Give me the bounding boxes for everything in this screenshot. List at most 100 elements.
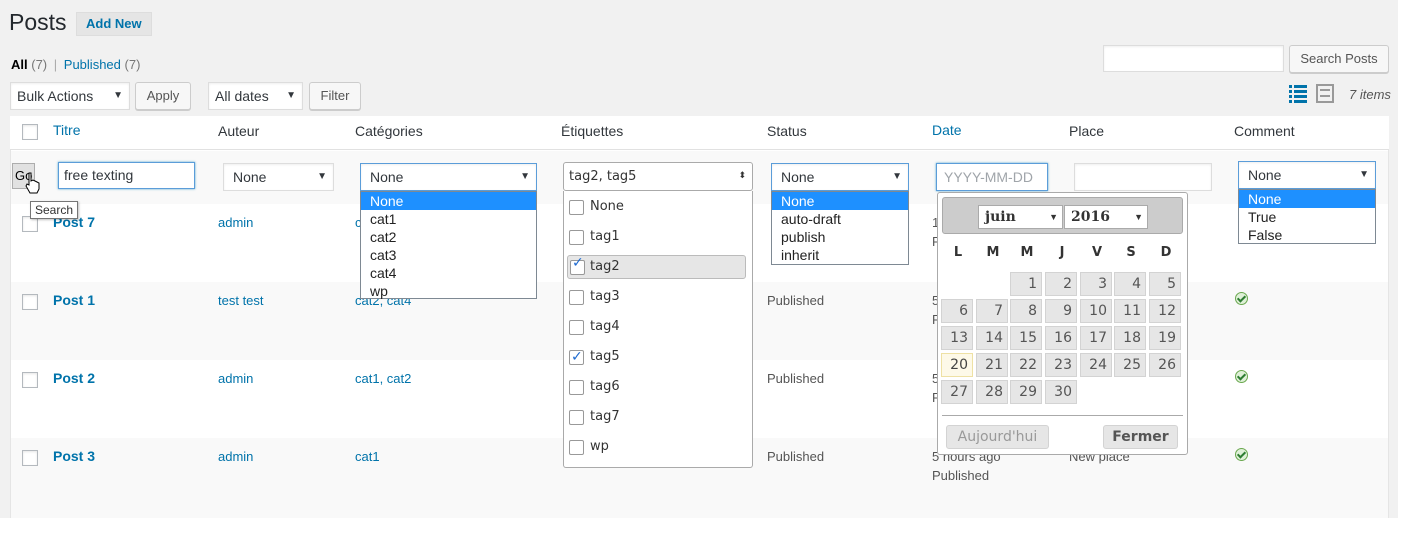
comment-filter-select[interactable]: None ▼ [1238, 161, 1376, 189]
category-option[interactable]: wp [361, 282, 536, 300]
close-button[interactable]: Fermer [1103, 425, 1178, 449]
tag-option[interactable]: wp [564, 432, 752, 462]
post-title-link[interactable]: Post 1 [53, 292, 95, 308]
row-checkbox[interactable] [22, 372, 38, 388]
calendar-day[interactable]: 3 [1080, 272, 1112, 296]
title-filter-input[interactable]: free texting [58, 162, 195, 189]
calendar-day[interactable]: 17 [1080, 326, 1112, 350]
date-filter-input[interactable]: YYYY-MM-DD [936, 163, 1048, 191]
calendar-day[interactable]: 9 [1045, 299, 1077, 323]
tag-option[interactable]: tag1 [564, 222, 752, 252]
calendar-day[interactable]: 22 [1010, 353, 1042, 377]
page-title: Posts [9, 9, 67, 35]
calendar-day[interactable]: 15 [1010, 326, 1042, 350]
calendar-day[interactable]: 21 [976, 353, 1008, 377]
row-checkbox[interactable] [22, 450, 38, 466]
search-input[interactable] [1103, 45, 1284, 72]
calendar-day[interactable]: 14 [976, 326, 1008, 350]
post-author-link[interactable]: admin [218, 371, 253, 386]
row-checkbox[interactable] [22, 294, 38, 310]
calendar-day[interactable]: 18 [1114, 326, 1146, 350]
category-option[interactable]: cat2 [361, 228, 536, 246]
calendar-day[interactable]: 4 [1114, 272, 1146, 296]
calendar-day[interactable]: 11 [1114, 299, 1146, 323]
search-posts-button[interactable]: Search Posts [1289, 45, 1389, 73]
post-author-link[interactable]: admin [218, 449, 253, 464]
calendar-day[interactable]: 1 [1010, 272, 1042, 296]
column-title[interactable]: Titre [53, 122, 80, 138]
calendar-day[interactable]: 10 [1080, 299, 1112, 323]
calendar-day[interactable]: 30 [1045, 380, 1077, 404]
post-title-link[interactable]: Post 3 [53, 448, 95, 464]
tag-option[interactable]: tag2 [567, 252, 746, 279]
status-option[interactable]: None [772, 192, 908, 210]
excerpt-view-icon[interactable] [1316, 84, 1334, 103]
status-option[interactable]: auto-draft [772, 210, 908, 228]
calendar-day[interactable]: 5 [1149, 272, 1181, 296]
calendar-day[interactable]: 7 [976, 299, 1008, 323]
tags-dropdown: None tag1 tag2 tag3 tag4 tag5 tag6 tag7 … [563, 191, 753, 468]
calendar-day[interactable]: 27 [941, 380, 973, 404]
author-filter-value: None [233, 169, 267, 185]
year-value: 2016 [1071, 209, 1110, 225]
tags-filter-select[interactable]: tag2, tag5 ⬍ [563, 162, 753, 191]
tag-option-label: tag1 [590, 229, 620, 244]
post-categories[interactable]: cat1 [355, 449, 380, 464]
calendar-day[interactable]: 25 [1114, 353, 1146, 377]
post-title-link[interactable]: Post 2 [53, 370, 95, 386]
place-filter-input[interactable] [1074, 163, 1212, 191]
checkbox-icon [569, 320, 584, 335]
calendar-day[interactable]: 12 [1149, 299, 1181, 323]
calendar-day[interactable]: 19 [1149, 326, 1181, 350]
status-filter-select[interactable]: None ▼ [771, 163, 909, 191]
tag-option[interactable]: tag4 [564, 312, 752, 342]
post-author-link[interactable]: admin [218, 215, 253, 230]
calendar-day[interactable]: 13 [941, 326, 973, 350]
year-select[interactable]: 2016 ▼ [1064, 205, 1148, 229]
date-filter-select[interactable]: All dates ▼ [208, 82, 303, 110]
calendar-day-today[interactable]: 20 [941, 353, 973, 377]
month-select[interactable]: juin ▼ [978, 205, 1063, 229]
category-option[interactable]: None [361, 192, 536, 210]
post-author-link[interactable]: test test [218, 293, 264, 308]
category-option[interactable]: cat3 [361, 246, 536, 264]
category-option[interactable]: cat4 [361, 264, 536, 282]
comment-option[interactable]: False [1239, 226, 1375, 244]
category-filter-value: None [370, 169, 404, 185]
published-count: (7) [124, 57, 141, 72]
add-new-button[interactable]: Add New [76, 12, 152, 36]
tag-option[interactable]: None [564, 192, 752, 222]
comment-option[interactable]: None [1239, 190, 1375, 208]
tag-option[interactable]: tag3 [564, 282, 752, 312]
select-all-checkbox[interactable] [22, 124, 38, 140]
author-filter-select[interactable]: None ▼ [223, 163, 334, 191]
column-date[interactable]: Date [932, 122, 962, 138]
calendar-day[interactable]: 23 [1045, 353, 1077, 377]
status-option[interactable]: inherit [772, 246, 908, 264]
category-filter-select[interactable]: None ▼ [360, 163, 537, 191]
calendar-day[interactable]: 16 [1045, 326, 1077, 350]
calendar-day[interactable]: 29 [1010, 380, 1042, 404]
calendar-day[interactable]: 2 [1045, 272, 1077, 296]
calendar-day[interactable]: 24 [1080, 353, 1112, 377]
calendar-day[interactable]: 8 [1010, 299, 1042, 323]
apply-button[interactable]: Apply [135, 82, 191, 110]
filter-button[interactable]: Filter [309, 82, 361, 110]
filter-published-link[interactable]: Published [64, 57, 121, 72]
post-categories[interactable]: cat1, cat2 [355, 371, 411, 386]
today-button[interactable]: Aujourd'hui [946, 425, 1049, 449]
checkbox-checked-icon [570, 252, 585, 275]
tag-option[interactable]: tag7 [564, 402, 752, 432]
calendar-day[interactable]: 28 [976, 380, 1008, 404]
filter-all-link[interactable]: All [11, 57, 28, 72]
list-view-icon[interactable] [1289, 84, 1307, 103]
status-filter-value: None [781, 169, 815, 185]
status-option[interactable]: publish [772, 228, 908, 246]
calendar-day[interactable]: 6 [941, 299, 973, 323]
tag-option[interactable]: tag6 [564, 372, 752, 402]
comment-option[interactable]: True [1239, 208, 1375, 226]
bulk-actions-select[interactable]: Bulk Actions ▼ [10, 82, 130, 110]
tag-option[interactable]: tag5 [564, 342, 752, 372]
calendar-day[interactable]: 26 [1149, 353, 1181, 377]
category-option[interactable]: cat1 [361, 210, 536, 228]
